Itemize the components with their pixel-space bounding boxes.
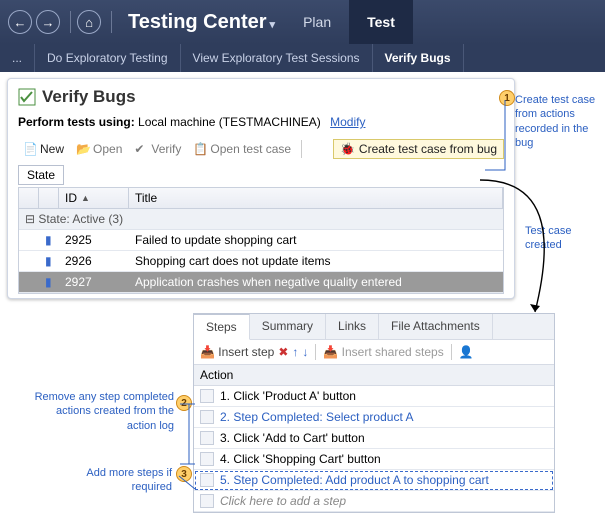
cell-title: Failed to update shopping cart — [129, 230, 503, 250]
cell-id: 2927 — [59, 272, 129, 292]
state-filter-button[interactable]: State — [18, 165, 64, 185]
bugs-grid: ID▲ Title ⊟ State: Active (3) ▮ 2925 Fai… — [18, 187, 504, 294]
move-up-icon[interactable]: ↑ — [292, 345, 298, 359]
new-icon: 📄 — [23, 142, 37, 156]
user-icon[interactable]: 👤 — [459, 345, 474, 359]
table-row[interactable]: ▮ 2925 Failed to update shopping cart — [19, 230, 503, 251]
callout-2-badge: 2 — [176, 395, 192, 411]
step-icon — [200, 452, 214, 466]
modify-link[interactable]: Modify — [330, 115, 365, 129]
verify-bugs-pane: Verify Bugs Perform tests using: Local m… — [7, 78, 515, 299]
open-test-case-button[interactable]: 📋Open test case — [188, 140, 296, 158]
callout-1-badge: 1 — [499, 90, 515, 106]
bug-icon: ▮ — [39, 251, 59, 271]
step-icon — [200, 410, 214, 424]
bug-icon: ▮ — [39, 230, 59, 250]
perform-label: Perform tests using: — [18, 115, 135, 129]
bug-icon: ▮ — [39, 272, 59, 292]
dropdown-icon[interactable]: ▾ — [270, 19, 276, 31]
separator — [315, 344, 316, 360]
separator — [111, 11, 112, 33]
step-row-completed[interactable]: 2. Step Completed: Select product A — [194, 407, 554, 428]
tab-file-attachments[interactable]: File Attachments — [379, 314, 493, 339]
move-down-icon[interactable]: ↓ — [302, 345, 308, 359]
insert-shared-steps-button[interactable]: 📥 Insert shared steps — [323, 345, 443, 359]
table-row-selected[interactable]: ▮ 2927 Application crashes when negative… — [19, 272, 503, 293]
action-column-header[interactable]: Action — [194, 365, 554, 386]
top-bar: ← → ⌂ Testing Center▾ Plan Test — [0, 0, 605, 44]
app-title: Testing Center▾ — [128, 11, 275, 34]
annotation-2: Test case created — [525, 224, 600, 253]
subnav-more[interactable]: ... — [0, 44, 35, 72]
annotation-4: Add more steps if required — [70, 466, 172, 495]
separator — [301, 140, 302, 158]
step-icon — [200, 389, 214, 403]
subnav-view-sessions[interactable]: View Exploratory Test Sessions — [181, 44, 373, 72]
grid-header: ID▲ Title — [19, 188, 503, 209]
cell-id: 2926 — [59, 251, 129, 271]
bug-icon: 🐞 — [340, 142, 355, 156]
group-row[interactable]: ⊟ State: Active (3) — [19, 209, 503, 230]
cell-title: Shopping cart does not update items — [129, 251, 503, 271]
step-row-completed-selected[interactable]: 5. Step Completed: Add product A to shop… — [194, 470, 554, 491]
step-row[interactable]: 4. Click 'Shopping Cart' button — [194, 449, 554, 470]
forward-button[interactable]: → — [36, 10, 60, 34]
open-icon: 📂 — [76, 142, 90, 156]
delete-step-icon[interactable]: ✖ — [278, 345, 288, 359]
callout-3-badge: 3 — [176, 466, 192, 482]
open-button[interactable]: 📂Open — [71, 140, 127, 158]
cell-title: Application crashes when negative qualit… — [129, 272, 503, 292]
new-button[interactable]: 📄New — [18, 140, 69, 158]
home-button[interactable]: ⌂ — [77, 10, 101, 34]
pane-title: Verify Bugs — [18, 87, 504, 107]
subnav-exploratory[interactable]: Do Exploratory Testing — [35, 44, 181, 72]
sort-asc-icon: ▲ — [81, 193, 90, 203]
step-icon — [200, 494, 214, 508]
tab-summary[interactable]: Summary — [250, 314, 326, 339]
col-id[interactable]: ID▲ — [59, 188, 129, 208]
steps-pane: Steps Summary Links File Attachments 📥 I… — [193, 313, 555, 513]
perform-value: Local machine (TESTMACHINEA) — [138, 115, 321, 129]
col-icon[interactable] — [39, 188, 59, 208]
tab-plan[interactable]: Plan — [285, 0, 349, 44]
back-button[interactable]: ← — [8, 10, 32, 34]
tab-links[interactable]: Links — [326, 314, 379, 339]
col-expand[interactable] — [19, 188, 39, 208]
create-test-case-from-bug-button[interactable]: 🐞 Create test case from bug — [333, 139, 504, 159]
tab-test[interactable]: Test — [349, 0, 413, 44]
add-step-row[interactable]: Click here to add a step — [194, 491, 554, 512]
annotation-3: Remove any step completed actions create… — [24, 390, 174, 433]
annotation-1: Create test case from actions recorded i… — [515, 93, 600, 150]
verify-button[interactable]: ✔Verify — [129, 140, 186, 158]
step-icon — [200, 431, 214, 445]
col-title[interactable]: Title — [129, 188, 503, 208]
steps-toolbar: 📥 Insert step ✖ ↑ ↓ 📥 Insert shared step… — [194, 339, 554, 365]
step-row[interactable]: 3. Click 'Add to Cart' button — [194, 428, 554, 449]
open-test-case-icon: 📋 — [193, 142, 207, 156]
pane-toolbar: 📄New 📂Open ✔Verify 📋Open test case 🐞 Cre… — [18, 137, 504, 161]
verify-icon — [18, 88, 36, 106]
sub-nav: ... Do Exploratory Testing View Explorat… — [0, 44, 605, 72]
step-row[interactable]: 1. Click 'Product A' button — [194, 386, 554, 407]
separator — [70, 11, 71, 33]
step-icon — [200, 473, 214, 487]
verify-btn-icon: ✔ — [134, 142, 148, 156]
insert-step-button[interactable]: 📥 Insert step — [200, 345, 274, 359]
tab-steps[interactable]: Steps — [194, 314, 250, 340]
separator — [451, 344, 452, 360]
subnav-verify-bugs[interactable]: Verify Bugs — [373, 44, 464, 72]
perform-tests-row: Perform tests using: Local machine (TEST… — [18, 115, 504, 129]
steps-tabs: Steps Summary Links File Attachments — [194, 314, 554, 339]
cell-id: 2925 — [59, 230, 129, 250]
table-row[interactable]: ▮ 2926 Shopping cart does not update ite… — [19, 251, 503, 272]
